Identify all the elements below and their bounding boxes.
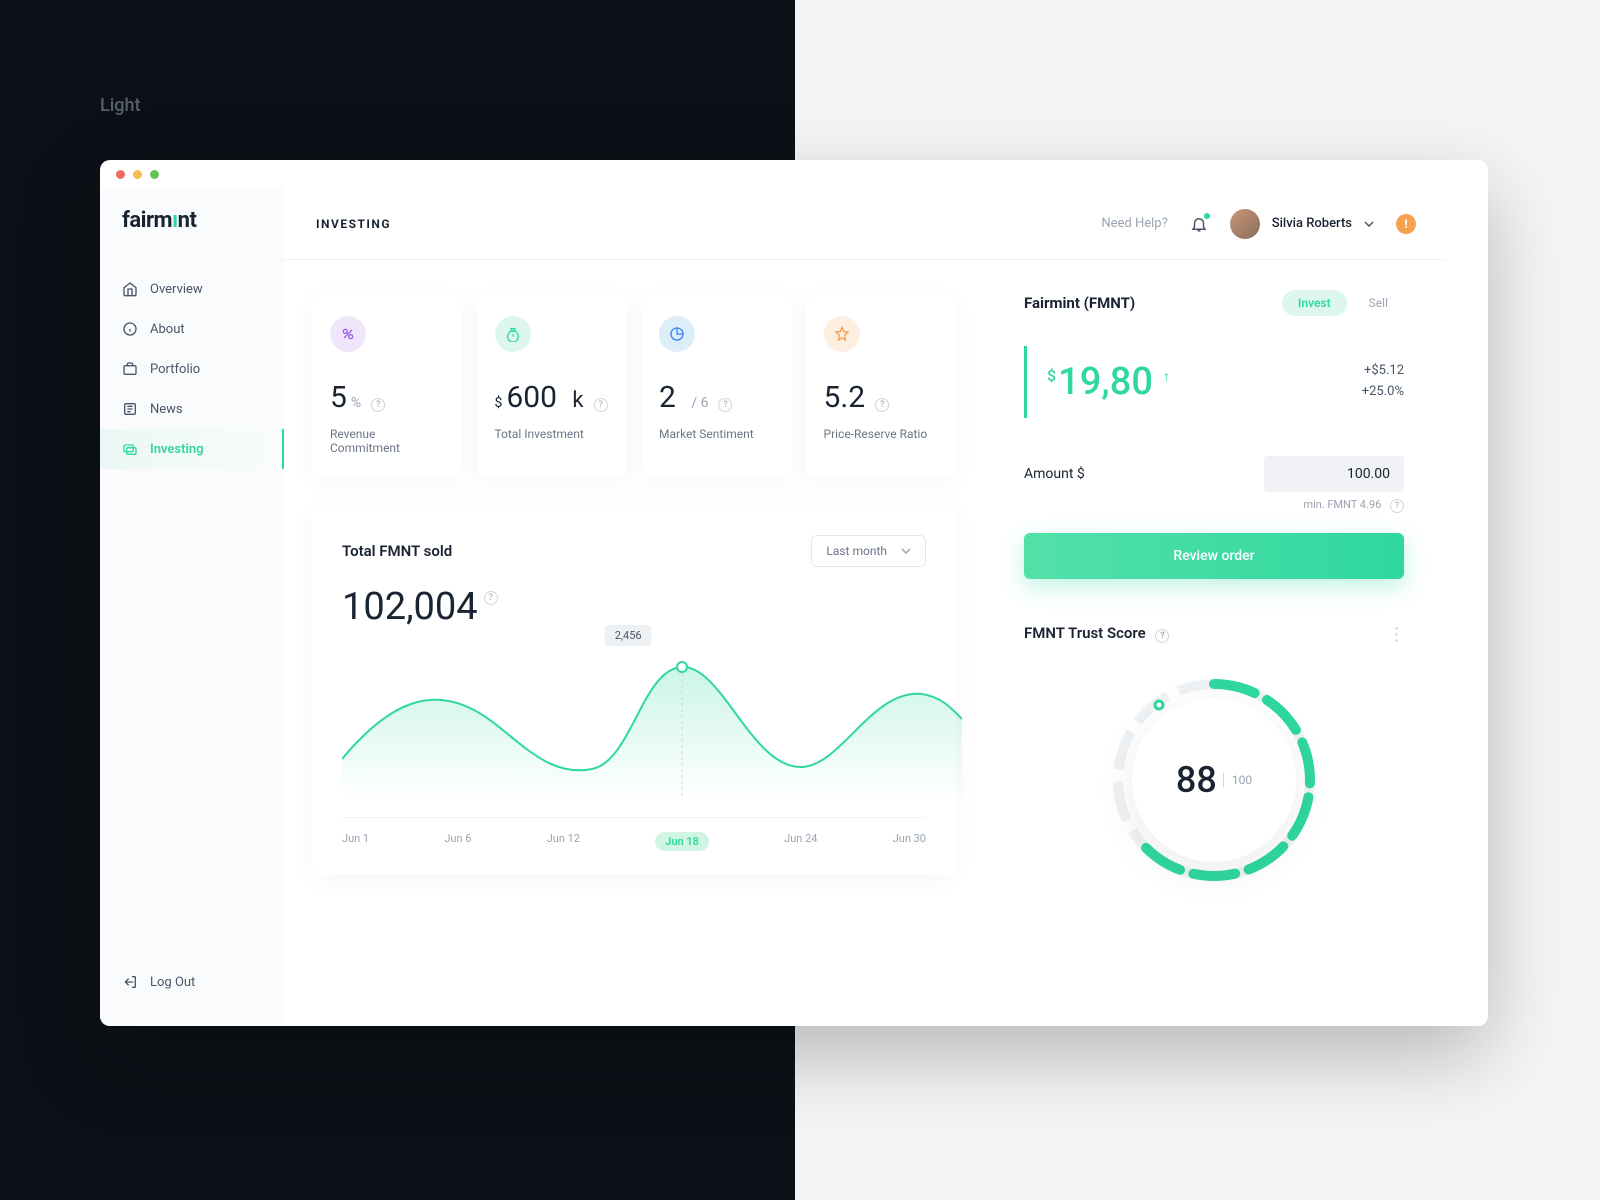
asset-name: Fairmint (FMNT)	[1024, 294, 1135, 312]
main-content: INVESTING 5%? Revenue Commitment $600 k?…	[284, 188, 984, 1026]
trust-score-title: FMNT Trust Score ?	[1024, 624, 1169, 643]
home-icon	[122, 281, 138, 297]
user-name: Silvia Roberts	[1272, 216, 1352, 231]
help-icon[interactable]: ?	[1155, 629, 1169, 643]
help-link[interactable]: Need Help?	[1101, 216, 1167, 231]
active-date-pill[interactable]: Jun 18	[655, 832, 709, 851]
line-chart	[342, 639, 962, 799]
more-menu-button[interactable]: ⋯	[1386, 626, 1407, 642]
stat-card-market-sentiment: 2 / 6? Market Sentiment	[641, 296, 792, 477]
period-select[interactable]: Last month	[811, 535, 926, 567]
chart-total: 102,004?	[342, 585, 926, 629]
avatar	[1230, 209, 1260, 239]
theme-label: Light	[100, 95, 141, 116]
sidebar-item-portfolio[interactable]: Portfolio	[100, 349, 284, 389]
stat-label: Revenue Commitment	[330, 427, 445, 455]
help-icon[interactable]: ?	[594, 398, 608, 412]
user-menu[interactable]: Silvia Roberts	[1230, 209, 1374, 239]
stat-label: Market Sentiment	[659, 427, 774, 441]
sidebar-item-label: Portfolio	[150, 362, 200, 377]
tab-sell[interactable]: Sell	[1353, 290, 1404, 316]
chart-title: Total FMNT sold	[342, 542, 452, 560]
review-order-button[interactable]: Review order	[1024, 533, 1404, 579]
help-icon[interactable]: ?	[718, 398, 732, 412]
maximize-window-dot[interactable]	[150, 170, 159, 179]
star-icon	[824, 316, 860, 352]
page-title: INVESTING	[316, 217, 391, 231]
chevron-down-icon	[901, 548, 911, 554]
notifications-button[interactable]	[1190, 215, 1208, 233]
min-amount-note: min. FMNT 4.96 ?	[1024, 498, 1404, 513]
logout-label: Log Out	[150, 975, 195, 990]
briefcase-icon	[122, 361, 138, 377]
sidebar: fairmınt Overview About Portfolio News	[100, 188, 284, 1026]
tab-invest[interactable]: Invest	[1282, 290, 1347, 316]
stat-label: Total Investment	[495, 427, 610, 441]
logout-icon	[122, 974, 138, 990]
stat-card-total-investment: $600 k? Total Investment	[477, 296, 628, 477]
chart-card: Total FMNT sold Last month 102,004? 2,45…	[312, 505, 956, 875]
chart-x-axis: Jun 1 Jun 6 Jun 12 Jun 18 Jun 24 Jun 30	[342, 817, 926, 851]
price-delta-abs: +$5.12	[1362, 361, 1404, 382]
help-icon[interactable]: ?	[371, 398, 385, 412]
trust-score-max: 100	[1223, 773, 1252, 787]
sidebar-item-label: News	[150, 402, 183, 417]
sidebar-item-investing[interactable]: Investing	[100, 429, 284, 469]
price-delta-pct: +25.0%	[1362, 382, 1404, 403]
stat-card-revenue-commitment: 5%? Revenue Commitment	[312, 296, 463, 477]
stat-label: Price-Reserve Ratio	[824, 427, 939, 441]
sidebar-item-news[interactable]: News	[100, 389, 284, 429]
alert-badge-icon[interactable]: !	[1396, 214, 1416, 234]
right-column: Need Help? Silvia Roberts ! Fairmint (FM…	[984, 188, 1444, 1026]
arrow-up-icon: ↑	[1163, 368, 1170, 385]
sidebar-item-about[interactable]: About	[100, 309, 284, 349]
investing-icon	[122, 441, 138, 457]
news-icon	[122, 401, 138, 417]
sidebar-item-label: About	[150, 322, 185, 337]
sidebar-item-label: Investing	[150, 442, 204, 457]
brand-logo: fairmınt	[100, 208, 284, 269]
pie-chart-icon	[659, 316, 695, 352]
help-icon[interactable]: ?	[484, 591, 498, 605]
help-icon[interactable]: ?	[1390, 499, 1404, 513]
trust-score-value: 88	[1176, 759, 1217, 801]
logout-button[interactable]: Log Out	[100, 962, 284, 1002]
percent-icon	[330, 316, 366, 352]
window-titlebar	[100, 160, 1488, 188]
info-icon	[122, 321, 138, 337]
price-block: $19,80↑ +$5.12 +25.0%	[1024, 346, 1404, 418]
chevron-down-icon	[1364, 221, 1374, 227]
app-window: fairmınt Overview About Portfolio News	[100, 160, 1488, 1026]
minimize-window-dot[interactable]	[133, 170, 142, 179]
trust-score-gauge: 88 100	[1104, 670, 1324, 890]
stat-card-price-reserve-ratio: 5.2? Price-Reserve Ratio	[806, 296, 957, 477]
sidebar-item-label: Overview	[150, 282, 203, 297]
amount-label: Amount $	[1024, 466, 1085, 482]
chart-tooltip: 2,456	[605, 625, 652, 646]
amount-input[interactable]	[1264, 456, 1404, 492]
sidebar-item-overview[interactable]: Overview	[100, 269, 284, 309]
close-window-dot[interactable]	[116, 170, 125, 179]
help-icon[interactable]: ?	[875, 398, 889, 412]
notification-dot-icon	[1204, 213, 1210, 219]
money-bag-icon	[495, 316, 531, 352]
